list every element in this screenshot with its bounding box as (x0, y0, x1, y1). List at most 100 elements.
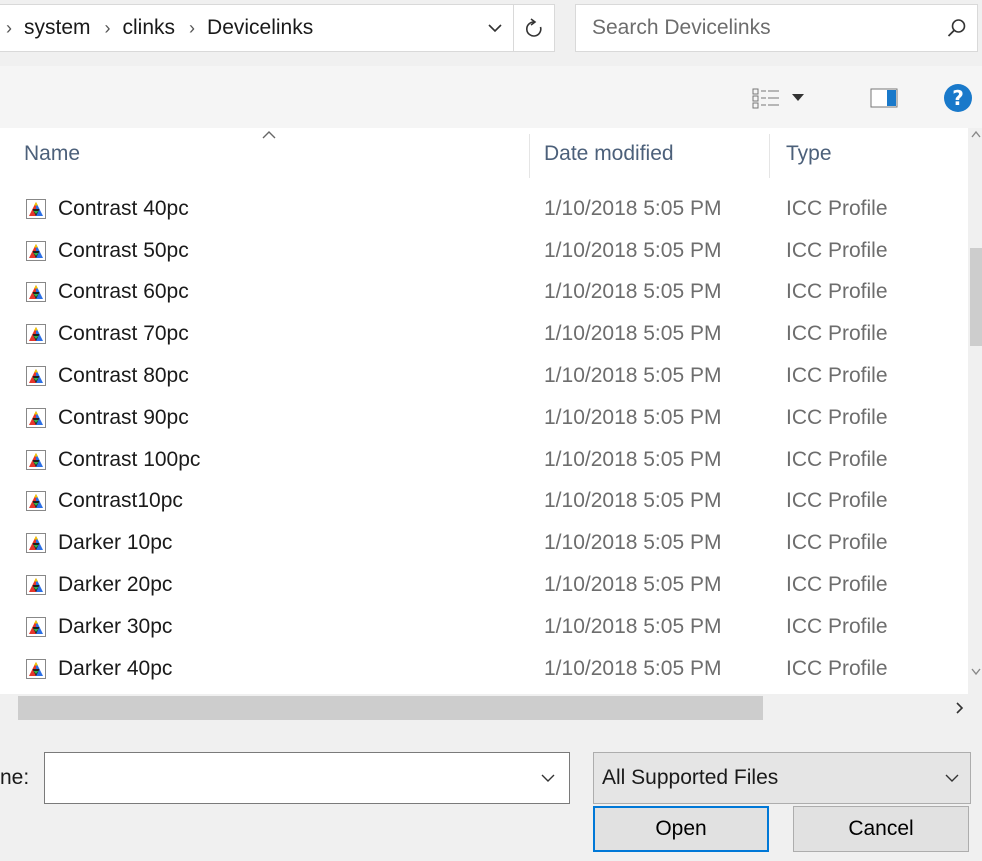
file-name-cell: Contrast 90pc (26, 397, 189, 439)
breadcrumb-item-clinks[interactable]: clinks (123, 16, 176, 40)
svg-text:?: ? (952, 86, 964, 110)
search-box[interactable]: Search Devicelinks (575, 4, 978, 52)
file-name: Contrast 60pc (58, 280, 189, 304)
chevron-up-icon (971, 130, 981, 138)
list-item[interactable]: Darker 20pc 1/10/2018 5:05 PM ICC Profile (0, 564, 968, 606)
file-rows: Contrast 40pc 1/10/2018 5:05 PM ICC Profil… (0, 168, 968, 690)
file-type: ICC Profile (786, 405, 888, 429)
file-date: 1/10/2018 5:05 PM (544, 656, 722, 680)
horizontal-scroll-thumb[interactable] (18, 696, 763, 720)
address-bar[interactable]: › system › clinks › Devicelinks (0, 4, 555, 52)
icc-profile-icon (26, 366, 46, 387)
list-item[interactable]: Darker 10pc 1/10/2018 5:05 PM ICC Profile (0, 522, 968, 564)
file-name: Darker 10pc (58, 531, 173, 555)
icc-profile-icon (26, 407, 46, 428)
list-item[interactable]: Contrast 100pc 1/10/2018 5:05 PM ICC Profi… (0, 439, 968, 481)
file-type-filter-value: All Supported Files (602, 766, 779, 789)
list-item[interactable]: Contrast 40pc 1/10/2018 5:05 PM ICC Profil… (0, 188, 968, 230)
icc-profile-icon (26, 449, 46, 470)
cancel-button[interactable]: Cancel (793, 806, 969, 852)
file-list[interactable]: Name Date modified Type Contrast 40pc 1/1… (0, 128, 968, 694)
file-name-cell: Contrast 70pc (26, 313, 189, 355)
breadcrumb-item-system[interactable]: system (24, 16, 91, 40)
search-input[interactable]: Search Devicelinks (592, 16, 937, 40)
list-item[interactable]: Darker 30pc 1/10/2018 5:05 PM ICC Profile (0, 606, 968, 648)
file-name: Contrast10pc (58, 489, 183, 513)
refresh-button[interactable] (513, 5, 554, 51)
file-date: 1/10/2018 5:05 PM (544, 280, 722, 304)
file-date: 1/10/2018 5:05 PM (544, 489, 722, 513)
file-name: Darker 30pc (58, 614, 173, 638)
file-type: ICC Profile (786, 489, 888, 513)
icc-profile-icon (26, 198, 46, 219)
view-options-icon (752, 88, 779, 109)
chevron-down-icon (934, 774, 970, 783)
file-type: ICC Profile (786, 573, 888, 597)
file-name-cell: Darker 40pc (26, 648, 172, 690)
file-name-input[interactable] (44, 752, 570, 804)
file-date: 1/10/2018 5:05 PM (544, 196, 722, 220)
file-type: ICC Profile (786, 280, 888, 304)
refresh-icon (526, 18, 542, 37)
file-name: Darker 40pc (58, 656, 173, 680)
file-name-cell: Contrast 80pc (26, 355, 189, 397)
file-type: ICC Profile (786, 447, 888, 471)
search-icon[interactable] (937, 5, 977, 51)
column-header-name-label: Name (24, 142, 81, 165)
breadcrumb-separator: › (104, 17, 111, 38)
scroll-down-button[interactable] (970, 668, 982, 690)
file-name: Contrast 40pc (58, 196, 189, 220)
chevron-down-icon (488, 23, 502, 32)
file-date: 1/10/2018 5:05 PM (544, 614, 722, 638)
help-icon: ? (944, 84, 972, 112)
file-type: ICC Profile (786, 322, 888, 346)
file-name: Contrast 70pc (58, 322, 189, 346)
list-item[interactable]: Contrast 80pc 1/10/2018 5:05 PM ICC Profil… (0, 355, 968, 397)
file-name-cell: Contrast 60pc (26, 272, 189, 314)
list-item[interactable]: Contrast 70pc 1/10/2018 5:05 PM ICC Profil… (0, 313, 968, 355)
file-name-cell: Contrast 50pc (26, 230, 189, 272)
breadcrumb-separator: › (189, 17, 196, 38)
list-item[interactable]: Darker 40pc 1/10/2018 5:05 PM ICC Profile (0, 648, 968, 690)
icc-profile-icon (26, 616, 46, 637)
file-type-filter-select[interactable]: All Supported Files (593, 752, 971, 804)
file-date: 1/10/2018 5:05 PM (544, 573, 722, 597)
breadcrumb-separator: › (6, 17, 12, 38)
list-item[interactable]: Contrast10pc 1/10/2018 5:05 PM ICC Profile (0, 481, 968, 523)
address-history-dropdown[interactable] (478, 5, 512, 51)
icc-profile-icon (26, 240, 46, 261)
chevron-down-icon[interactable] (541, 774, 555, 783)
list-item[interactable]: Contrast 50pc 1/10/2018 5:05 PM ICC Profil… (0, 230, 968, 272)
file-name: Contrast 50pc (58, 238, 189, 262)
scroll-up-button[interactable] (970, 130, 982, 152)
file-date: 1/10/2018 5:05 PM (544, 364, 722, 388)
change-view-button[interactable] (752, 80, 828, 116)
file-name: Contrast 100pc (58, 447, 201, 471)
help-button[interactable]: ? (940, 80, 976, 116)
icc-profile-icon (26, 282, 46, 303)
file-type: ICC Profile (786, 614, 888, 638)
file-type: ICC Profile (786, 238, 888, 262)
file-name-cell: Darker 20pc (26, 564, 172, 606)
list-item-partial[interactable] (0, 174, 968, 188)
column-header-date-label: Date modified (544, 142, 674, 165)
file-date: 1/10/2018 5:05 PM (544, 238, 722, 262)
breadcrumb-item-devicelinks[interactable]: Devicelinks (207, 16, 313, 40)
file-date: 1/10/2018 5:05 PM (544, 322, 722, 346)
file-name-cell: Contrast10pc (26, 481, 183, 523)
open-button[interactable]: Open (593, 806, 769, 852)
file-date: 1/10/2018 5:05 PM (544, 531, 722, 555)
vertical-scrollbar[interactable] (968, 128, 982, 694)
file-name-cell: Contrast 40pc (26, 188, 189, 230)
list-item[interactable]: Contrast 90pc 1/10/2018 5:05 PM ICC Profil… (0, 397, 968, 439)
scroll-right-button[interactable] (940, 694, 980, 722)
file-name-cell: Darker 10pc (26, 522, 172, 564)
preview-pane-button[interactable] (864, 80, 904, 116)
file-type: ICC Profile (786, 364, 888, 388)
file-name: Contrast 80pc (58, 364, 189, 388)
vertical-scroll-thumb[interactable] (970, 248, 982, 346)
list-item[interactable]: Contrast 60pc 1/10/2018 5:05 PM ICC Profil… (0, 272, 968, 314)
preview-pane-icon (870, 88, 898, 108)
chevron-down-icon (971, 668, 981, 676)
file-name-label: ne: (0, 766, 30, 789)
